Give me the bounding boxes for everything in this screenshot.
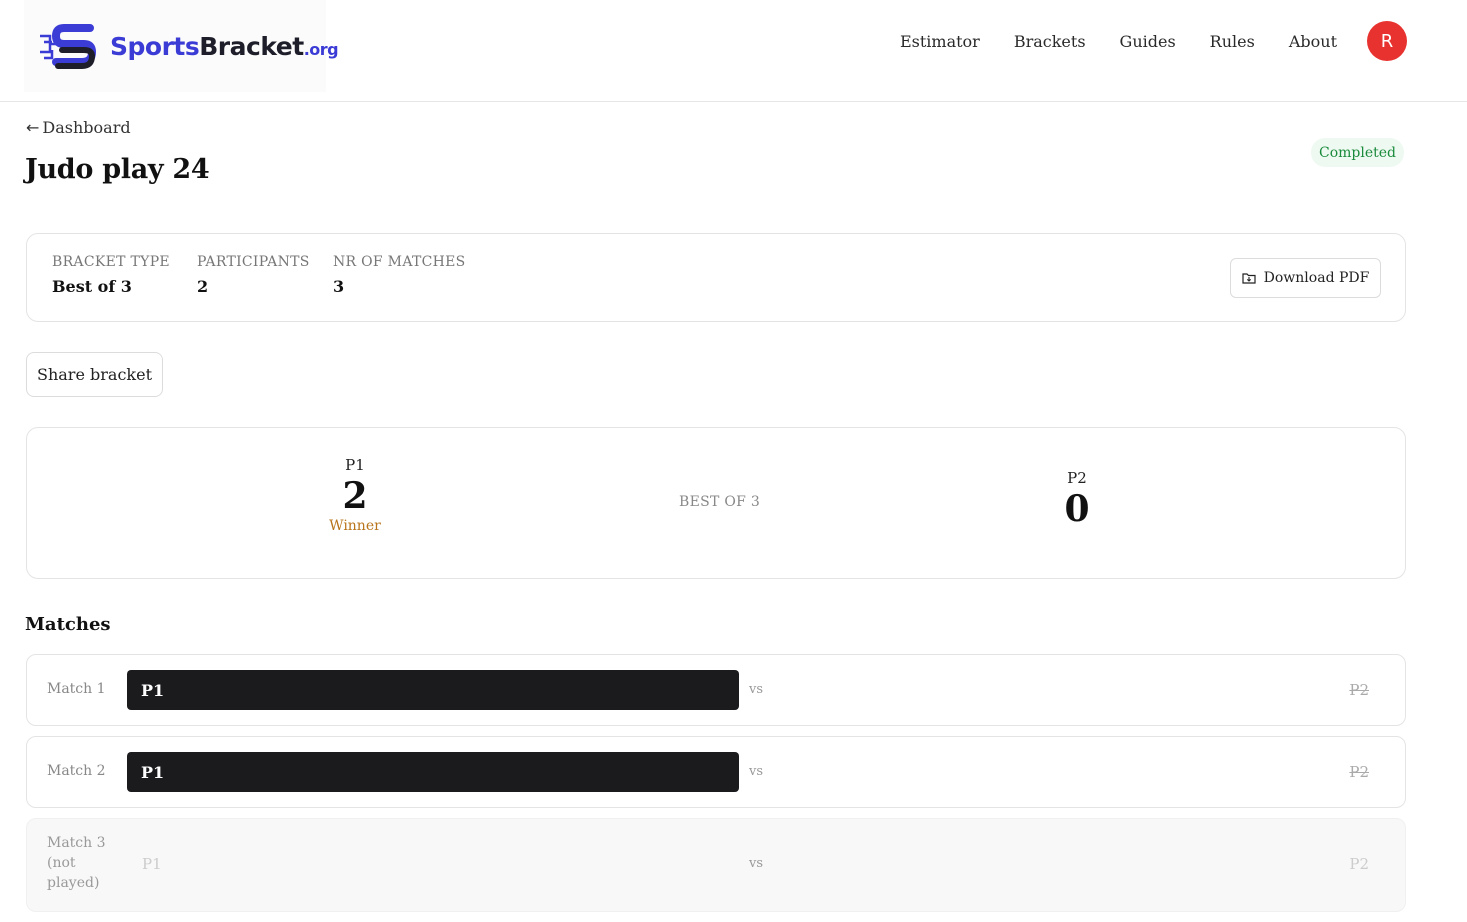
matches-count-value: 3 (333, 277, 345, 296)
status-badge: Completed (1311, 138, 1404, 167)
player-two-points: 0 (1064, 488, 1090, 530)
player-one-points: 2 (342, 475, 368, 517)
download-pdf-button[interactable]: Download PDF (1230, 258, 1381, 298)
brand-tld: .org (303, 39, 339, 59)
matches-heading: Matches (25, 614, 111, 635)
sportsbracket-logo-icon (38, 22, 100, 70)
nav-rules[interactable]: Rules (1210, 32, 1255, 51)
back-label: Dashboard (42, 118, 131, 137)
scoreboard-card: P1 2 Winner BEST OF 3 P2 0 (26, 427, 1406, 579)
match-label: Match 2 (47, 763, 106, 779)
match-winner-p1: P1 (127, 752, 739, 792)
match-row: Match 1 P1 vs P2 (26, 654, 1406, 726)
match-row: Match 2 P1 vs P2 (26, 736, 1406, 808)
bracket-info-card: BRACKET TYPE Best of 3 PARTICIPANTS 2 NR… (26, 233, 1406, 322)
match-player-p2: P2 (1349, 855, 1369, 873)
folder-download-icon (1242, 272, 1256, 284)
bracket-type-label: BRACKET TYPE (52, 254, 170, 270)
participants-field: PARTICIPANTS 2 (197, 254, 310, 296)
brand-name-sports: Sports (110, 31, 200, 61)
match-winner-p1: P1 (127, 670, 739, 710)
nav-estimator[interactable]: Estimator (900, 32, 980, 51)
vs-label: vs (749, 764, 764, 779)
match-label: Match 1 (47, 681, 106, 697)
vs-label: vs (749, 856, 764, 871)
match-row-unplayed: Match 3 (not played) P1 vs P2 (26, 818, 1406, 912)
download-pdf-label: Download PDF (1263, 270, 1370, 286)
match-loser-p2: P2 (1349, 681, 1369, 699)
player-two-score: P2 0 (1047, 469, 1107, 531)
match-loser-p2: P2 (1349, 763, 1369, 781)
participants-label: PARTICIPANTS (197, 254, 310, 270)
nav-about[interactable]: About (1289, 32, 1337, 51)
participants-value: 2 (197, 277, 209, 296)
user-avatar[interactable]: R (1367, 21, 1407, 61)
brand-name: SportsBracket.org (110, 31, 339, 61)
brand-name-bracket: Bracket (199, 31, 304, 61)
player-one-name: P1 (345, 456, 365, 474)
bracket-type-field: BRACKET TYPE Best of 3 (52, 254, 170, 296)
match-player-p1: P1 (142, 855, 162, 873)
vs-label: vs (749, 682, 764, 697)
player-one-score: P1 2 Winner (325, 456, 385, 534)
matches-count-label: NR OF MATCHES (333, 254, 466, 270)
matches-count-field: NR OF MATCHES 3 (333, 254, 466, 296)
logo-link[interactable]: SportsBracket.org (24, 0, 339, 92)
back-to-dashboard-link[interactable]: ← Dashboard (26, 118, 131, 137)
share-bracket-button[interactable]: Share bracket (26, 352, 163, 397)
main-nav: Estimator Brackets Guides Rules About R (866, 20, 1407, 62)
site-header: SportsBracket.org Estimator Brackets Gui… (0, 0, 1467, 102)
player-two-name: P2 (1067, 469, 1087, 487)
arrow-left-icon: ← (26, 118, 40, 137)
nav-brackets[interactable]: Brackets (1014, 32, 1086, 51)
match-format: BEST OF 3 (679, 494, 761, 510)
match-label: Match 3 (not played) (47, 835, 106, 891)
nav-guides[interactable]: Guides (1120, 32, 1176, 51)
page-title: Judo play 24 (25, 154, 210, 185)
winner-tag: Winner (329, 518, 381, 534)
bracket-type-value: Best of 3 (52, 277, 132, 296)
